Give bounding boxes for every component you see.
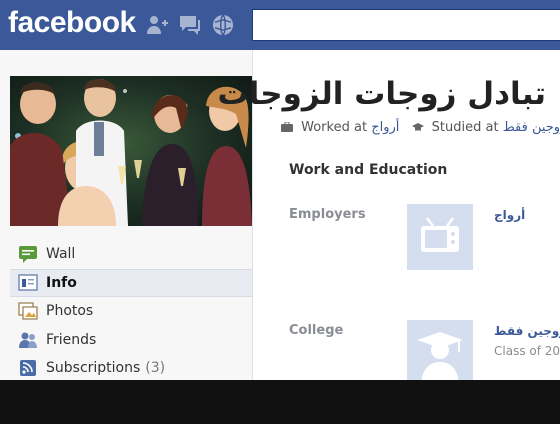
friends-icon <box>19 332 37 348</box>
profile-nav: Wall Info Photos Friends Subscriptions (… <box>10 240 252 383</box>
college-logo[interactable] <box>407 320 473 386</box>
profile-page: Wall Info Photos Friends Subscriptions (… <box>0 50 560 386</box>
nav-item-subscriptions[interactable]: Subscriptions (3) <box>10 354 252 383</box>
top-bar: facebook <box>0 0 560 50</box>
profile-picture[interactable] <box>10 76 252 226</box>
college-placeholder-icon <box>407 320 473 386</box>
worked-link[interactable]: أرواج <box>371 120 399 135</box>
info-column: تبادل زوجات الزوجات Worked at أرواج Stud… <box>217 50 560 386</box>
nav-label-info: Info <box>46 274 77 291</box>
nav-label-friends: Friends <box>46 331 97 348</box>
subscriptions-icon <box>20 360 36 377</box>
college-name-link[interactable]: زوجين فقط <box>494 324 560 338</box>
wall-icon <box>19 246 37 264</box>
studied-label: Studied at <box>431 120 499 135</box>
nav-item-info[interactable]: Info <box>10 268 252 297</box>
left-column: Wall Info Photos Friends Subscriptions (… <box>0 50 252 380</box>
nav-label-subscriptions: Subscriptions <box>46 360 141 377</box>
search-input[interactable] <box>252 9 560 41</box>
nav-label-wall: Wall <box>46 246 76 263</box>
profile-meta: Worked at أرواج Studied at زوجين فقط <box>281 120 560 135</box>
photos-icon <box>18 302 38 320</box>
employer-placeholder-icon <box>407 204 473 270</box>
messages-icon[interactable] <box>178 13 202 37</box>
college-label: College <box>289 323 344 338</box>
employer-name-link[interactable]: أرواج <box>494 208 525 222</box>
notifications-icon[interactable] <box>211 13 235 37</box>
nav-item-photos[interactable]: Photos <box>10 297 252 326</box>
studied-link[interactable]: زوجين فقط <box>503 120 560 135</box>
friend-requests-icon[interactable] <box>145 13 169 37</box>
nav-item-friends[interactable]: Friends <box>10 326 252 355</box>
graduation-cap-icon <box>411 123 424 131</box>
nav-label-photos: Photos <box>46 303 94 320</box>
college-class: Class of 20 <box>494 344 560 358</box>
briefcase-icon <box>281 122 293 132</box>
facebook-logo[interactable]: facebook <box>8 6 136 40</box>
subscriptions-count: (3) <box>145 360 166 377</box>
profile-name: تبادل زوجات الزوجات <box>217 76 546 112</box>
section-title-work-education: Work and Education <box>289 162 448 178</box>
screen-bezel <box>0 380 560 424</box>
employer-logo[interactable] <box>407 204 473 270</box>
nav-item-wall[interactable]: Wall <box>10 240 252 269</box>
info-icon <box>18 274 38 291</box>
worked-label: Worked at <box>301 120 368 135</box>
employers-label: Employers <box>289 207 366 222</box>
